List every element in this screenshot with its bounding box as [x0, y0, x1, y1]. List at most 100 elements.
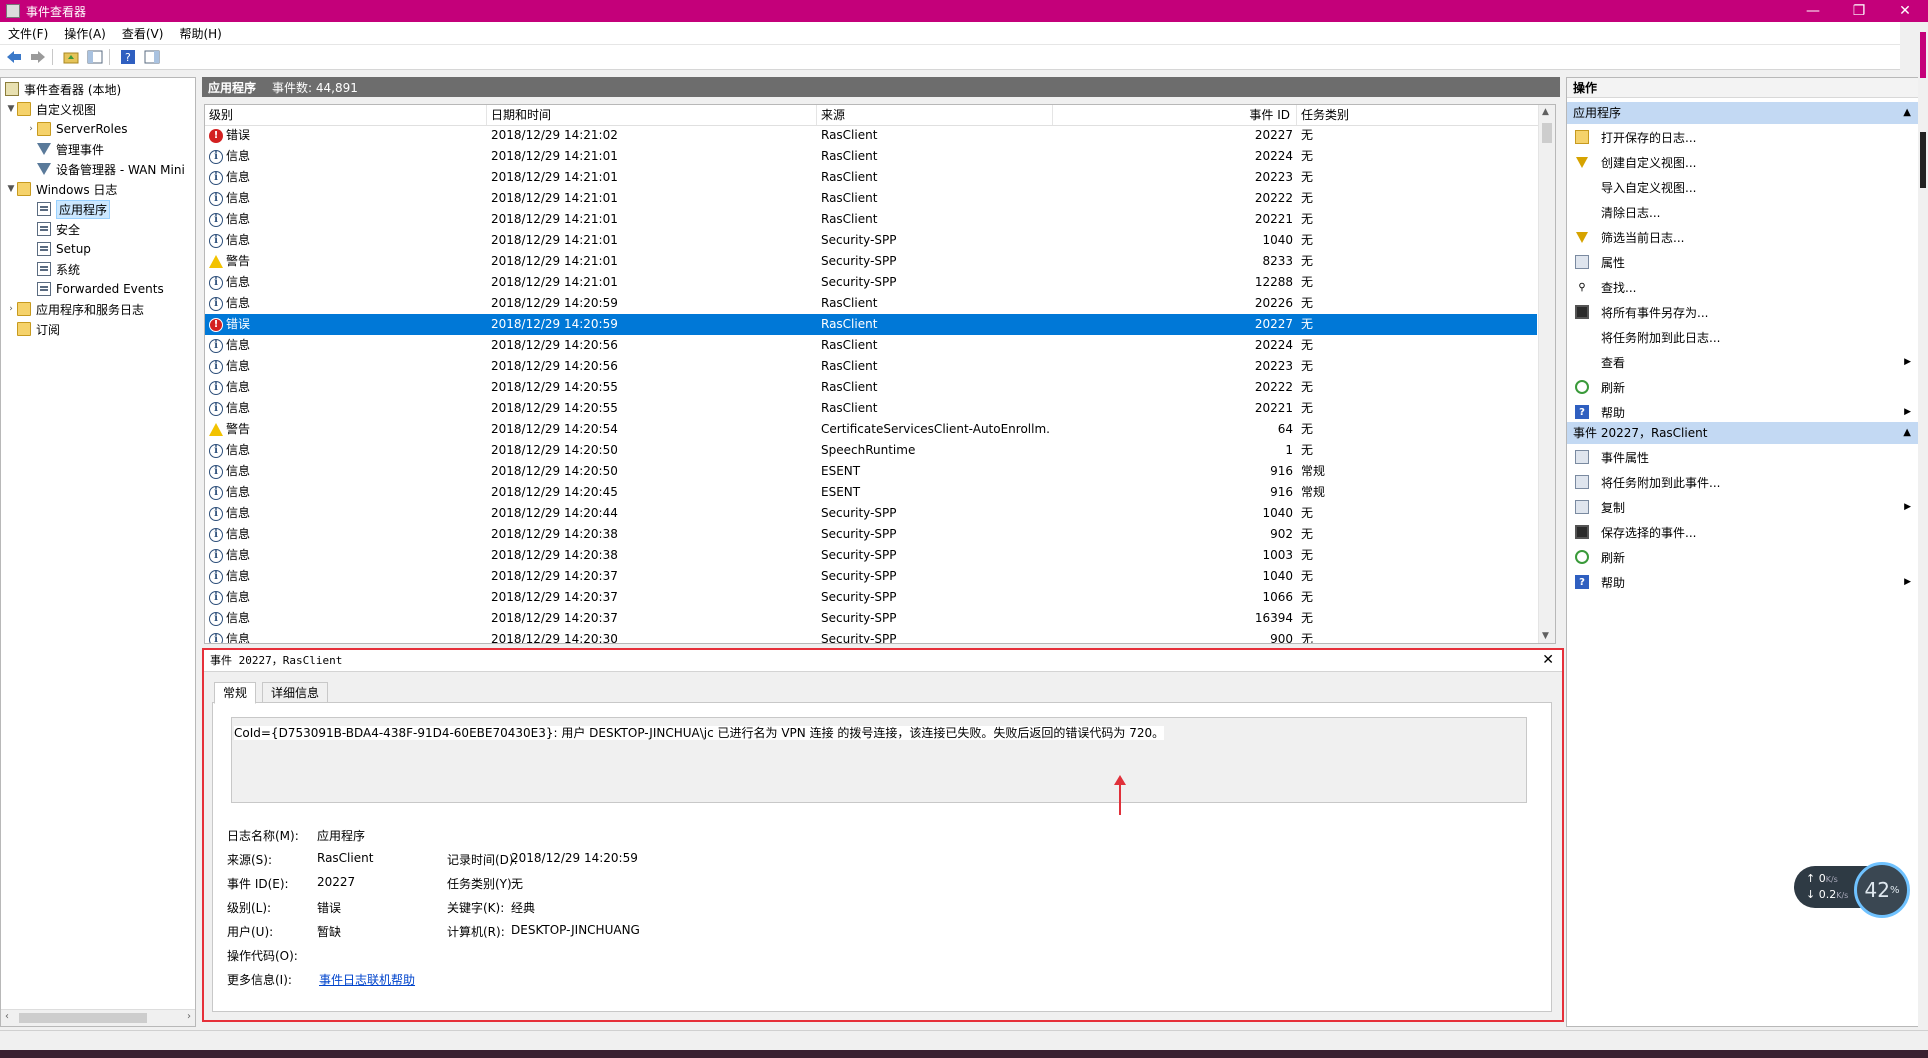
column-header-source[interactable]: 来源 — [817, 105, 1053, 125]
event-row[interactable]: ! 错误 2018/12/29 14:21:02 RasClient 20227 无 — [205, 125, 1537, 146]
action-item[interactable]: ⚲ 查找... — [1567, 276, 1919, 298]
action-item[interactable]: 复制 ▶ — [1567, 496, 1919, 518]
event-row[interactable]: i 信息 2018/12/29 14:21:01 Security-SPP 1040 无 — [205, 230, 1537, 251]
event-row[interactable]: ! 错误 2018/12/29 14:20:59 RasClient 20227 无 — [205, 314, 1537, 335]
actions-section-application[interactable]: 应用程序 ▲ — [1567, 102, 1919, 124]
tree-item-application[interactable]: 应用程序 — [37, 199, 111, 219]
event-row[interactable]: i 信息 2018/12/29 14:20:30 Security-SPP 900 无 — [205, 629, 1537, 643]
tree-item-subscriptions[interactable]: 订阅 — [17, 320, 60, 338]
column-header-event-id[interactable]: 事件 ID — [1053, 105, 1297, 125]
collapsed-chevron-icon[interactable]: › — [25, 124, 37, 134]
event-row[interactable]: i 信息 2018/12/29 14:20:56 RasClient 20224 无 — [205, 335, 1537, 356]
online-help-link[interactable]: 事件日志联机帮助 — [319, 971, 415, 988]
tab-details[interactable]: 详细信息 — [262, 682, 329, 704]
action-item[interactable]: 属性 — [1567, 251, 1919, 273]
grid-vertical-scrollbar[interactable]: ▲ ▼ — [1538, 105, 1555, 643]
event-id: 20227 — [1254, 128, 1293, 142]
event-row[interactable]: 警告 2018/12/29 14:21:01 Security-SPP 8233 无 — [205, 251, 1537, 272]
action-item[interactable]: 导入自定义视图... — [1567, 176, 1919, 198]
tree-item-app-service-logs[interactable]: › 应用程序和服务日志 — [5, 300, 144, 318]
label-keywords: 关键字(K): — [447, 901, 505, 915]
collapse-caret-icon[interactable]: ▲ — [1903, 422, 1911, 444]
scroll-down-icon[interactable]: ▼ — [1542, 631, 1549, 641]
action-item[interactable]: ? 帮助 ▶ — [1567, 401, 1919, 423]
event-row[interactable]: i 信息 2018/12/29 14:21:01 Security-SPP 12288 无 — [205, 272, 1537, 293]
event-description-box[interactable]: CoId={D753091B-BDA4-438F-91D4-60EBE70430… — [231, 717, 1527, 803]
action-item[interactable]: 事件属性 — [1567, 446, 1919, 468]
action-item[interactable]: 查看 ▶ — [1567, 351, 1919, 373]
expanded-chevron-icon[interactable]: ▼ — [5, 104, 17, 114]
scroll-thumb[interactable] — [19, 1013, 147, 1023]
scroll-left-icon[interactable]: ‹ — [5, 1011, 9, 1022]
expanded-chevron-icon[interactable]: ▼ — [5, 184, 17, 194]
action-item[interactable]: 保存选择的事件... — [1567, 521, 1919, 543]
collapsed-chevron-icon[interactable]: › — [5, 304, 17, 314]
maximize-button[interactable]: ❐ — [1836, 0, 1882, 22]
tree-item-setup[interactable]: Setup — [37, 240, 91, 258]
tree-item-server-roles[interactable]: › ServerRoles — [25, 120, 127, 138]
event-row[interactable]: i 信息 2018/12/29 14:20:38 Security-SPP 1003 无 — [205, 545, 1537, 566]
event-task: 无 — [1301, 275, 1314, 289]
event-row[interactable]: i 信息 2018/12/29 14:20:44 Security-SPP 1040 无 — [205, 503, 1537, 524]
back-arrow-icon[interactable] — [4, 47, 24, 67]
menu-view[interactable]: 查看(V) — [114, 25, 172, 42]
scroll-up-icon[interactable]: ▲ — [1542, 107, 1549, 117]
up-folder-icon[interactable] — [61, 47, 81, 67]
minimize-button[interactable]: — — [1790, 0, 1836, 22]
action-item[interactable]: 清除日志... — [1567, 201, 1919, 223]
event-level-text: 信息 — [226, 443, 251, 457]
help-icon[interactable]: ? — [118, 47, 138, 67]
event-row[interactable]: i 信息 2018/12/29 14:20:56 RasClient 20223 无 — [205, 356, 1537, 377]
actions-section-event[interactable]: 事件 20227，RasClient ▲ — [1567, 422, 1919, 444]
event-row[interactable]: i 信息 2018/12/29 14:20:37 Security-SPP 1040 无 — [205, 566, 1537, 587]
tab-general[interactable]: 常规 — [214, 682, 257, 704]
event-row[interactable]: 警告 2018/12/29 14:20:54 CertificateServices… — [205, 419, 1537, 440]
event-row[interactable]: i 信息 2018/12/29 14:21:01 RasClient 20223 无 — [205, 167, 1537, 188]
tree-item-security[interactable]: 安全 — [37, 220, 80, 238]
event-row[interactable]: i 信息 2018/12/29 14:21:01 RasClient 20224 无 — [205, 146, 1537, 167]
event-row[interactable]: i 信息 2018/12/29 14:20:37 Security-SPP 1066 无 — [205, 587, 1537, 608]
column-header-date[interactable]: 日期和时间 — [487, 105, 817, 125]
scroll-thumb[interactable] — [1542, 123, 1552, 143]
menu-file[interactable]: 文件(F) — [0, 25, 56, 42]
event-row[interactable]: i 信息 2018/12/29 14:21:01 RasClient 20221 无 — [205, 209, 1537, 230]
action-item[interactable]: 将任务附加到此事件... — [1567, 471, 1919, 493]
action-item[interactable]: 将所有事件另存为... — [1567, 301, 1919, 323]
tree-item-root[interactable]: 事件查看器 (本地) — [5, 80, 121, 98]
collapse-caret-icon[interactable]: ▲ — [1903, 102, 1911, 124]
action-item[interactable]: 刷新 — [1567, 376, 1919, 398]
event-row[interactable]: i 信息 2018/12/29 14:21:01 RasClient 20222 无 — [205, 188, 1537, 209]
show-hide-action-pane-icon[interactable] — [142, 47, 162, 67]
column-header-task[interactable]: 任务类别 — [1297, 105, 1539, 125]
event-row[interactable]: i 信息 2018/12/29 14:20:38 Security-SPP 902 无 — [205, 524, 1537, 545]
event-row[interactable]: i 信息 2018/12/29 14:20:50 ESENT 916 常规 — [205, 461, 1537, 482]
show-hide-tree-icon[interactable] — [85, 47, 105, 67]
action-item[interactable]: 创建自定义视图... — [1567, 151, 1919, 173]
menu-action[interactable]: 操作(A) — [56, 25, 114, 42]
event-row[interactable]: i 信息 2018/12/29 14:20:37 Security-SPP 16394 无 — [205, 608, 1537, 629]
event-row[interactable]: i 信息 2018/12/29 14:20:50 SpeechRuntime 1 无 — [205, 440, 1537, 461]
action-item[interactable]: ? 帮助 ▶ — [1567, 571, 1919, 593]
close-detail-icon[interactable]: ✕ — [1542, 652, 1554, 668]
tree-item-custom-views[interactable]: ▼ 自定义视图 — [5, 100, 96, 118]
tree-item-admin-events[interactable]: 管理事件 — [37, 140, 104, 158]
close-button[interactable]: ✕ — [1882, 0, 1928, 22]
tree-item-windows-logs[interactable]: ▼ Windows 日志 — [5, 180, 117, 198]
network-speed-widget[interactable]: ↑ 0K/s ↓ 0.2K/s 42% — [1794, 862, 1916, 918]
menu-help[interactable]: 帮助(H) — [171, 25, 229, 42]
scroll-right-icon[interactable]: › — [187, 1011, 191, 1022]
tree-item-system[interactable]: 系统 — [37, 260, 80, 278]
event-row[interactable]: i 信息 2018/12/29 14:20:55 RasClient 20222 无 — [205, 377, 1537, 398]
action-item[interactable]: 筛选当前日志... — [1567, 226, 1919, 248]
action-item[interactable]: 将任务附加到此日志... — [1567, 326, 1919, 348]
forward-arrow-icon[interactable] — [28, 47, 48, 67]
event-row[interactable]: i 信息 2018/12/29 14:20:59 RasClient 20226 无 — [205, 293, 1537, 314]
tree-item-device-manager[interactable]: 设备管理器 - WAN Mini — [37, 160, 185, 178]
tree-item-forwarded-events[interactable]: Forwarded Events — [37, 280, 164, 298]
column-header-level[interactable]: 级别 — [205, 105, 487, 125]
action-item[interactable]: 打开保存的日志... — [1567, 126, 1919, 148]
event-row[interactable]: i 信息 2018/12/29 14:20:55 RasClient 20221 无 — [205, 398, 1537, 419]
tree-horizontal-scrollbar[interactable]: ‹ › — [1, 1009, 195, 1026]
action-item[interactable]: 刷新 — [1567, 546, 1919, 568]
event-row[interactable]: i 信息 2018/12/29 14:20:45 ESENT 916 常规 — [205, 482, 1537, 503]
